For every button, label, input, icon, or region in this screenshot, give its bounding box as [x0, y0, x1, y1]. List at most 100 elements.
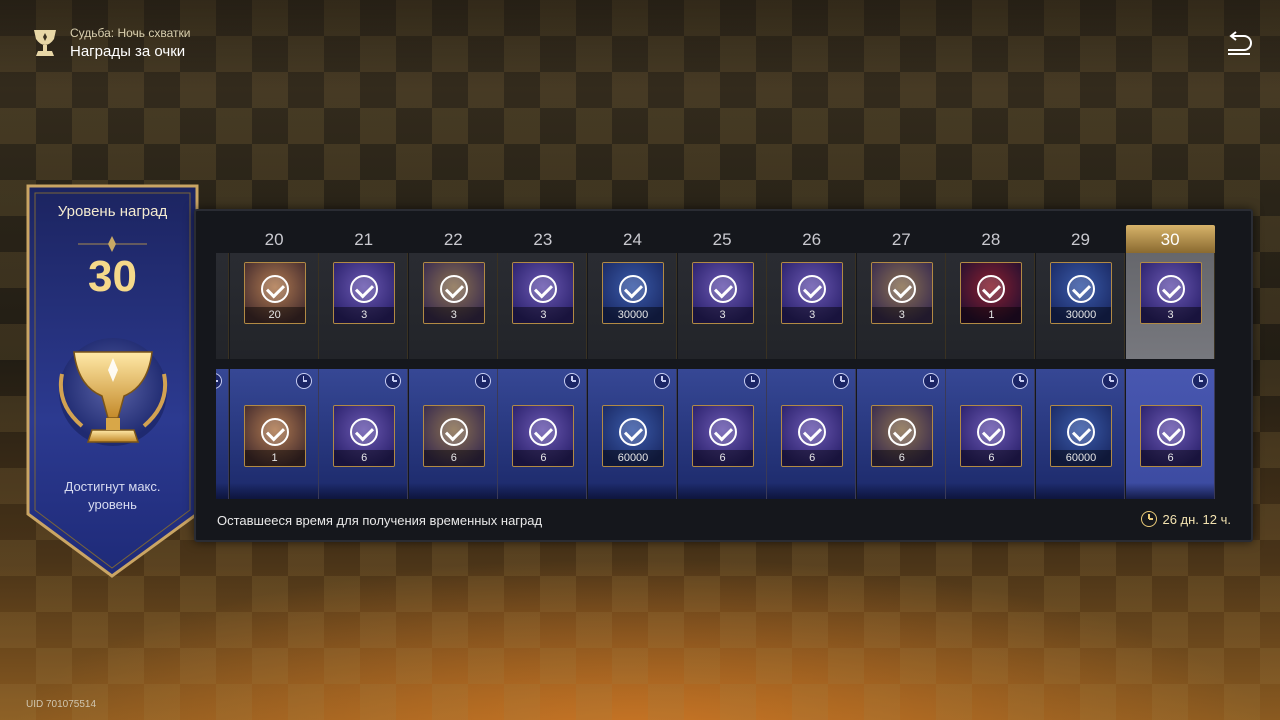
reward-quantity: 3 — [782, 307, 843, 323]
top-shade — [0, 0, 1280, 90]
claimed-check-icon — [260, 418, 289, 447]
clock-icon — [1141, 511, 1158, 527]
reward-quantity: 3 — [334, 307, 395, 323]
free-reward-item[interactable]: 3 — [512, 262, 575, 324]
free-reward-item[interactable]: 20 — [243, 262, 306, 324]
reward-quantity: 3 — [692, 307, 753, 323]
free-reward-item[interactable]: 3 — [870, 262, 933, 324]
paid-reward-item[interactable]: 6 — [691, 405, 754, 467]
claimed-check-icon — [439, 275, 468, 304]
page-header: Судьба: Ночь схватки Награды за очки — [30, 26, 190, 60]
paid-reward-slot: 1 — [229, 369, 319, 499]
clock-icon — [295, 373, 312, 389]
paid-reward-item[interactable]: 60000 — [1050, 405, 1112, 467]
free-reward-item[interactable]: 30000 — [602, 262, 664, 324]
free-reward-slot: 1 — [946, 253, 1036, 359]
paid-reward-item[interactable]: 6 — [781, 405, 844, 467]
reward-quantity: 60000 — [1051, 450, 1111, 466]
free-reward-item[interactable]: 3 — [691, 262, 754, 324]
free-reward-item[interactable]: 3 — [1139, 262, 1202, 324]
reward-quantity: 6 — [334, 450, 395, 466]
claimed-check-icon — [708, 275, 737, 304]
golden-cup-icon — [59, 338, 167, 446]
free-reward-slot: 20 — [229, 253, 319, 359]
free-reward-slot: 30000 — [1036, 253, 1125, 359]
paid-reward-item[interactable]: 1 — [243, 405, 306, 467]
paid-reward-slot: 60000 — [1036, 369, 1125, 499]
reward-quantity: 20 — [244, 307, 305, 323]
claimed-check-icon — [260, 275, 289, 304]
paid-reward-item[interactable]: 60000 — [602, 405, 664, 467]
max-level-status: Достигнут макс. уровень — [64, 479, 161, 512]
reward-column: 28 1 6 — [946, 225, 1036, 510]
reward-level-value: 30 — [88, 252, 137, 301]
reward-quantity: 3 — [513, 307, 574, 323]
free-reward-slot: 3 — [856, 253, 946, 359]
rewards-panel: 2000202012136223623362430000600002536263… — [194, 209, 1253, 542]
free-reward-item[interactable]: 1 — [960, 262, 1023, 324]
free-reward-slot: 3 — [319, 253, 409, 359]
clock-icon — [474, 373, 491, 389]
clock-icon — [216, 373, 222, 389]
reward-quantity: 6 — [513, 450, 574, 466]
reward-column: 23 3 6 — [498, 225, 588, 510]
paid-reward-slot: 6 — [1125, 369, 1215, 499]
free-reward-item[interactable]: 3 — [333, 262, 396, 324]
level-number: 25 — [712, 230, 732, 249]
level-number: 24 — [623, 230, 642, 249]
paid-reward-item[interactable]: 6 — [422, 405, 485, 467]
reward-column: 29 30000 60000 — [1036, 225, 1125, 510]
reward-column: 22 3 6 — [408, 225, 498, 510]
level-number: 28 — [981, 230, 1001, 249]
level-number: 27 — [891, 230, 911, 249]
reward-column: 2000 — [216, 225, 229, 510]
paid-reward-slot: 6 — [767, 369, 857, 499]
reward-quantity: 3 — [871, 307, 932, 323]
reward-quantity: 6 — [692, 450, 753, 466]
paid-reward-item[interactable]: 6 — [960, 405, 1023, 467]
reward-level-banner: Уровень наград 30 Достигнут макс. уровен… — [26, 184, 199, 580]
level-number: 22 — [443, 230, 463, 249]
free-reward-item[interactable]: 3 — [781, 262, 844, 324]
paid-reward-slot: 6 — [946, 369, 1036, 499]
reward-quantity: 3 — [423, 307, 484, 323]
free-reward-item[interactable]: 30000 — [1050, 262, 1112, 324]
timer-label: Оставшееся время для получения временных… — [217, 513, 543, 528]
free-reward-slot: 3 — [677, 253, 767, 359]
clock-icon — [743, 373, 760, 389]
clock-icon — [833, 373, 850, 389]
reward-column: 24 30000 60000 — [588, 225, 677, 510]
page-title: Награды за очки — [70, 43, 186, 60]
paid-reward-item[interactable]: 6 — [512, 405, 575, 467]
rewards-track[interactable]: 2000202012136223623362430000600002536263… — [216, 225, 1240, 510]
paid-reward-slot: 6 — [677, 369, 767, 499]
clock-icon — [922, 373, 939, 389]
reward-quantity: 30000 — [1051, 307, 1111, 323]
clock-icon — [564, 373, 581, 389]
reward-column: 30 3 6 — [1125, 225, 1215, 510]
paid-reward-slot: 6 — [408, 369, 498, 499]
level-number: 20 — [264, 230, 284, 249]
paid-reward-item[interactable]: 6 — [870, 405, 933, 467]
user-id: UID 701075514 — [26, 699, 97, 710]
free-reward-item[interactable]: 3 — [422, 262, 485, 324]
paid-reward-item[interactable]: 6 — [1139, 405, 1202, 467]
paid-reward-slot: 6 — [856, 369, 946, 499]
back-arrow-icon[interactable] — [1224, 30, 1254, 58]
paid-reward-slot: 6 — [498, 369, 588, 499]
paid-reward-slot: 00 — [216, 369, 229, 499]
reward-quantity: 30000 — [603, 307, 663, 323]
reward-column: 26 3 6 — [767, 225, 857, 510]
reward-quantity: 6 — [782, 450, 843, 466]
reward-column: 25 3 6 — [677, 225, 767, 510]
free-reward-slot: 3 — [408, 253, 498, 359]
paid-reward-item[interactable]: 6 — [333, 405, 396, 467]
timer: 26 дн. 12 ч. — [1141, 511, 1231, 527]
reward-quantity: 6 — [423, 450, 484, 466]
level-number: 21 — [354, 230, 374, 249]
free-reward-slot: 30000 — [588, 253, 677, 359]
free-reward-slot: 3 — [498, 253, 588, 359]
claimed-check-icon — [439, 418, 468, 447]
level-number: 26 — [802, 230, 822, 249]
claimed-check-icon — [887, 418, 916, 447]
